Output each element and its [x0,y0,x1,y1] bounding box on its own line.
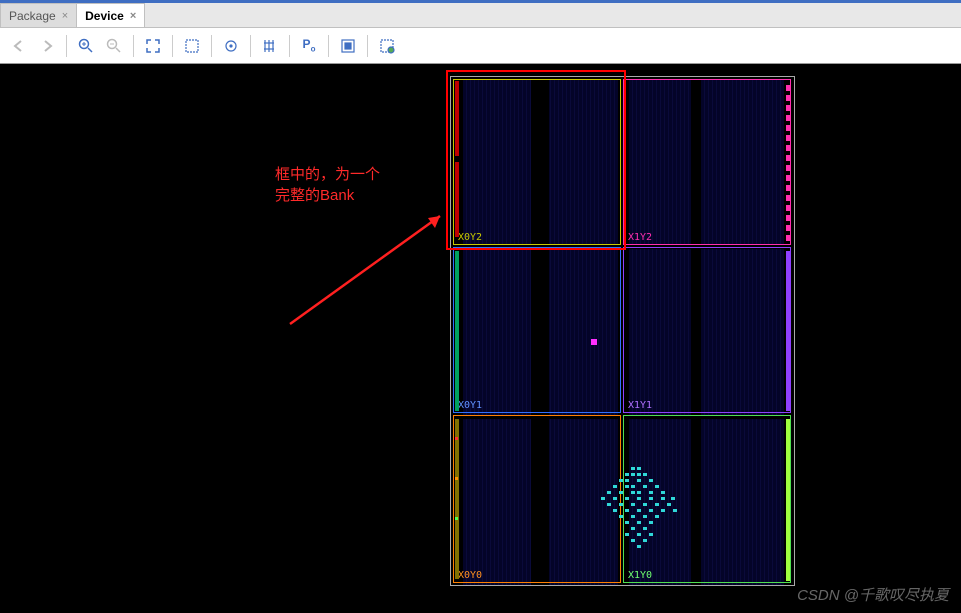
region-label-x0y1: X0Y1 [458,400,482,411]
zoom-in-button[interactable] [73,33,99,59]
io-bank [786,81,790,241]
highlight-button[interactable] [335,33,361,59]
zoom-area-button[interactable] [179,33,205,59]
place-button[interactable]: Po [296,33,322,59]
placed-logic-cluster [591,457,691,567]
io-bank [786,419,790,581]
select-button[interactable] [218,33,244,59]
region-label-x1y2: X1Y2 [628,232,652,243]
tab-bar: Package × Device × [0,3,961,28]
tab-label: Device [85,9,124,23]
close-icon[interactable]: × [62,10,68,22]
toolbar: Po [0,28,961,64]
placed-cell [591,339,597,345]
tab-label: Package [9,9,56,23]
device-canvas[interactable]: X0Y2 X1Y2 X0Y1 X1Y1 X0Y0 X1Y0 [0,64,961,613]
region-label-x1y0: X1Y0 [628,570,652,581]
tab-device[interactable]: Device × [76,3,145,27]
close-icon[interactable]: × [130,10,136,22]
routing-button[interactable] [257,33,283,59]
forward-button[interactable] [34,33,60,59]
unhighlight-button[interactable] [374,33,400,59]
region-label-x1y1: X1Y1 [628,400,652,411]
highlight-box [446,70,626,250]
io-bank [455,419,459,579]
tab-package[interactable]: Package × [0,3,77,27]
annotation-arrow [280,204,460,334]
region-label-x0y0: X0Y0 [458,570,482,581]
annotation-text: 框中的，为一个 完整的Bank [275,164,380,206]
watermark: CSDN @千歌叹尽执夏 [797,584,949,605]
io-bank [786,251,790,411]
zoom-out-button[interactable] [101,33,127,59]
zoom-fit-button[interactable] [140,33,166,59]
back-button[interactable] [6,33,32,59]
